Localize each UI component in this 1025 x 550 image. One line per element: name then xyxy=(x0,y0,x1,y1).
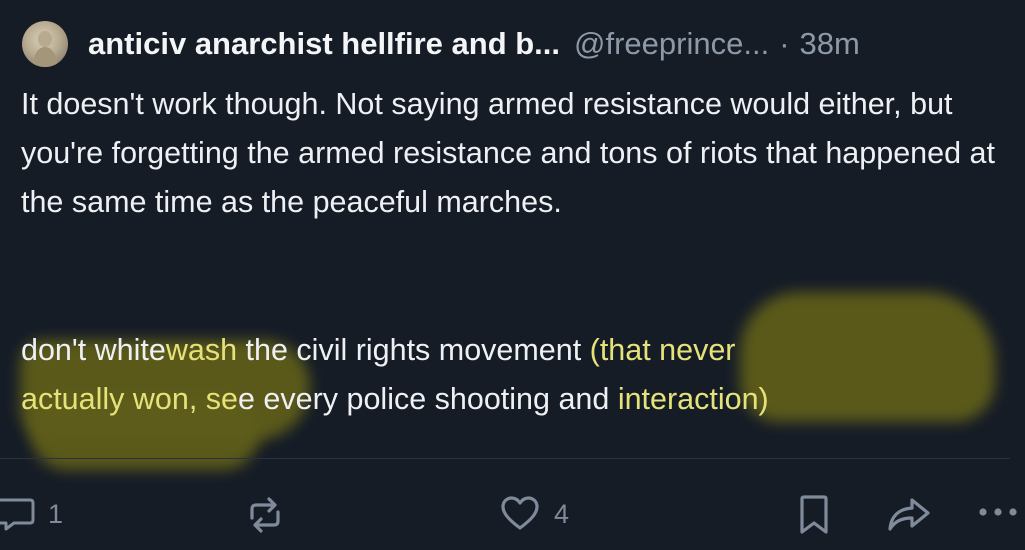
post-paragraph-2-line-1: don't whitewash the civil rights movemen… xyxy=(21,326,1011,375)
share-button[interactable] xyxy=(886,496,932,534)
bookmark-button[interactable] xyxy=(794,494,834,536)
author-handle[interactable]: @freeprince... xyxy=(574,26,769,62)
post-paragraph-1: It doesn't work though. Not saying armed… xyxy=(21,87,995,219)
reply-icon xyxy=(0,496,36,532)
text-segment: e every police shooting and xyxy=(238,382,618,416)
share-icon xyxy=(886,496,932,534)
reply-count: 1 xyxy=(48,498,64,529)
repost-icon xyxy=(244,494,286,536)
post-body: It doesn't work though. Not saying armed… xyxy=(21,80,1011,416)
more-options-button[interactable] xyxy=(977,506,1025,518)
like-count: 4 xyxy=(554,498,570,529)
post-timestamp[interactable]: 38m xyxy=(800,26,860,62)
reply-button[interactable]: 1 xyxy=(0,496,63,532)
post-actions: 1 4 xyxy=(0,490,1025,550)
post-paragraph-2-line-2: actually won, see every police shooting … xyxy=(21,375,1011,424)
post-card[interactable]: anticiv anarchist hellfire and b... @fre… xyxy=(0,0,1025,550)
bookmark-icon xyxy=(794,494,834,536)
post-header: anticiv anarchist hellfire and b... @fre… xyxy=(88,24,860,64)
text-segment: don't white xyxy=(21,333,166,367)
repost-button[interactable] xyxy=(244,494,286,536)
separator-dot: · xyxy=(779,26,790,61)
avatar[interactable] xyxy=(22,21,68,67)
highlighted-text-segment: interaction) xyxy=(617,382,769,416)
post-paragraph-2: don't whitewash the civil rights movemen… xyxy=(21,326,1011,424)
heart-icon xyxy=(500,494,540,534)
highlighted-text-segment: actually won, se xyxy=(21,382,238,416)
text-segment: the civil rights movement xyxy=(237,333,590,367)
more-icon xyxy=(977,506,1025,518)
like-button[interactable]: 4 xyxy=(500,494,569,534)
highlighted-text-segment: (that never xyxy=(589,333,736,367)
author-display-name[interactable]: anticiv anarchist hellfire and b... xyxy=(88,26,560,62)
post-screenshot: anticiv anarchist hellfire and b... @fre… xyxy=(0,0,1025,550)
highlighted-text-segment: wash xyxy=(165,333,238,367)
post-divider xyxy=(0,458,1010,459)
